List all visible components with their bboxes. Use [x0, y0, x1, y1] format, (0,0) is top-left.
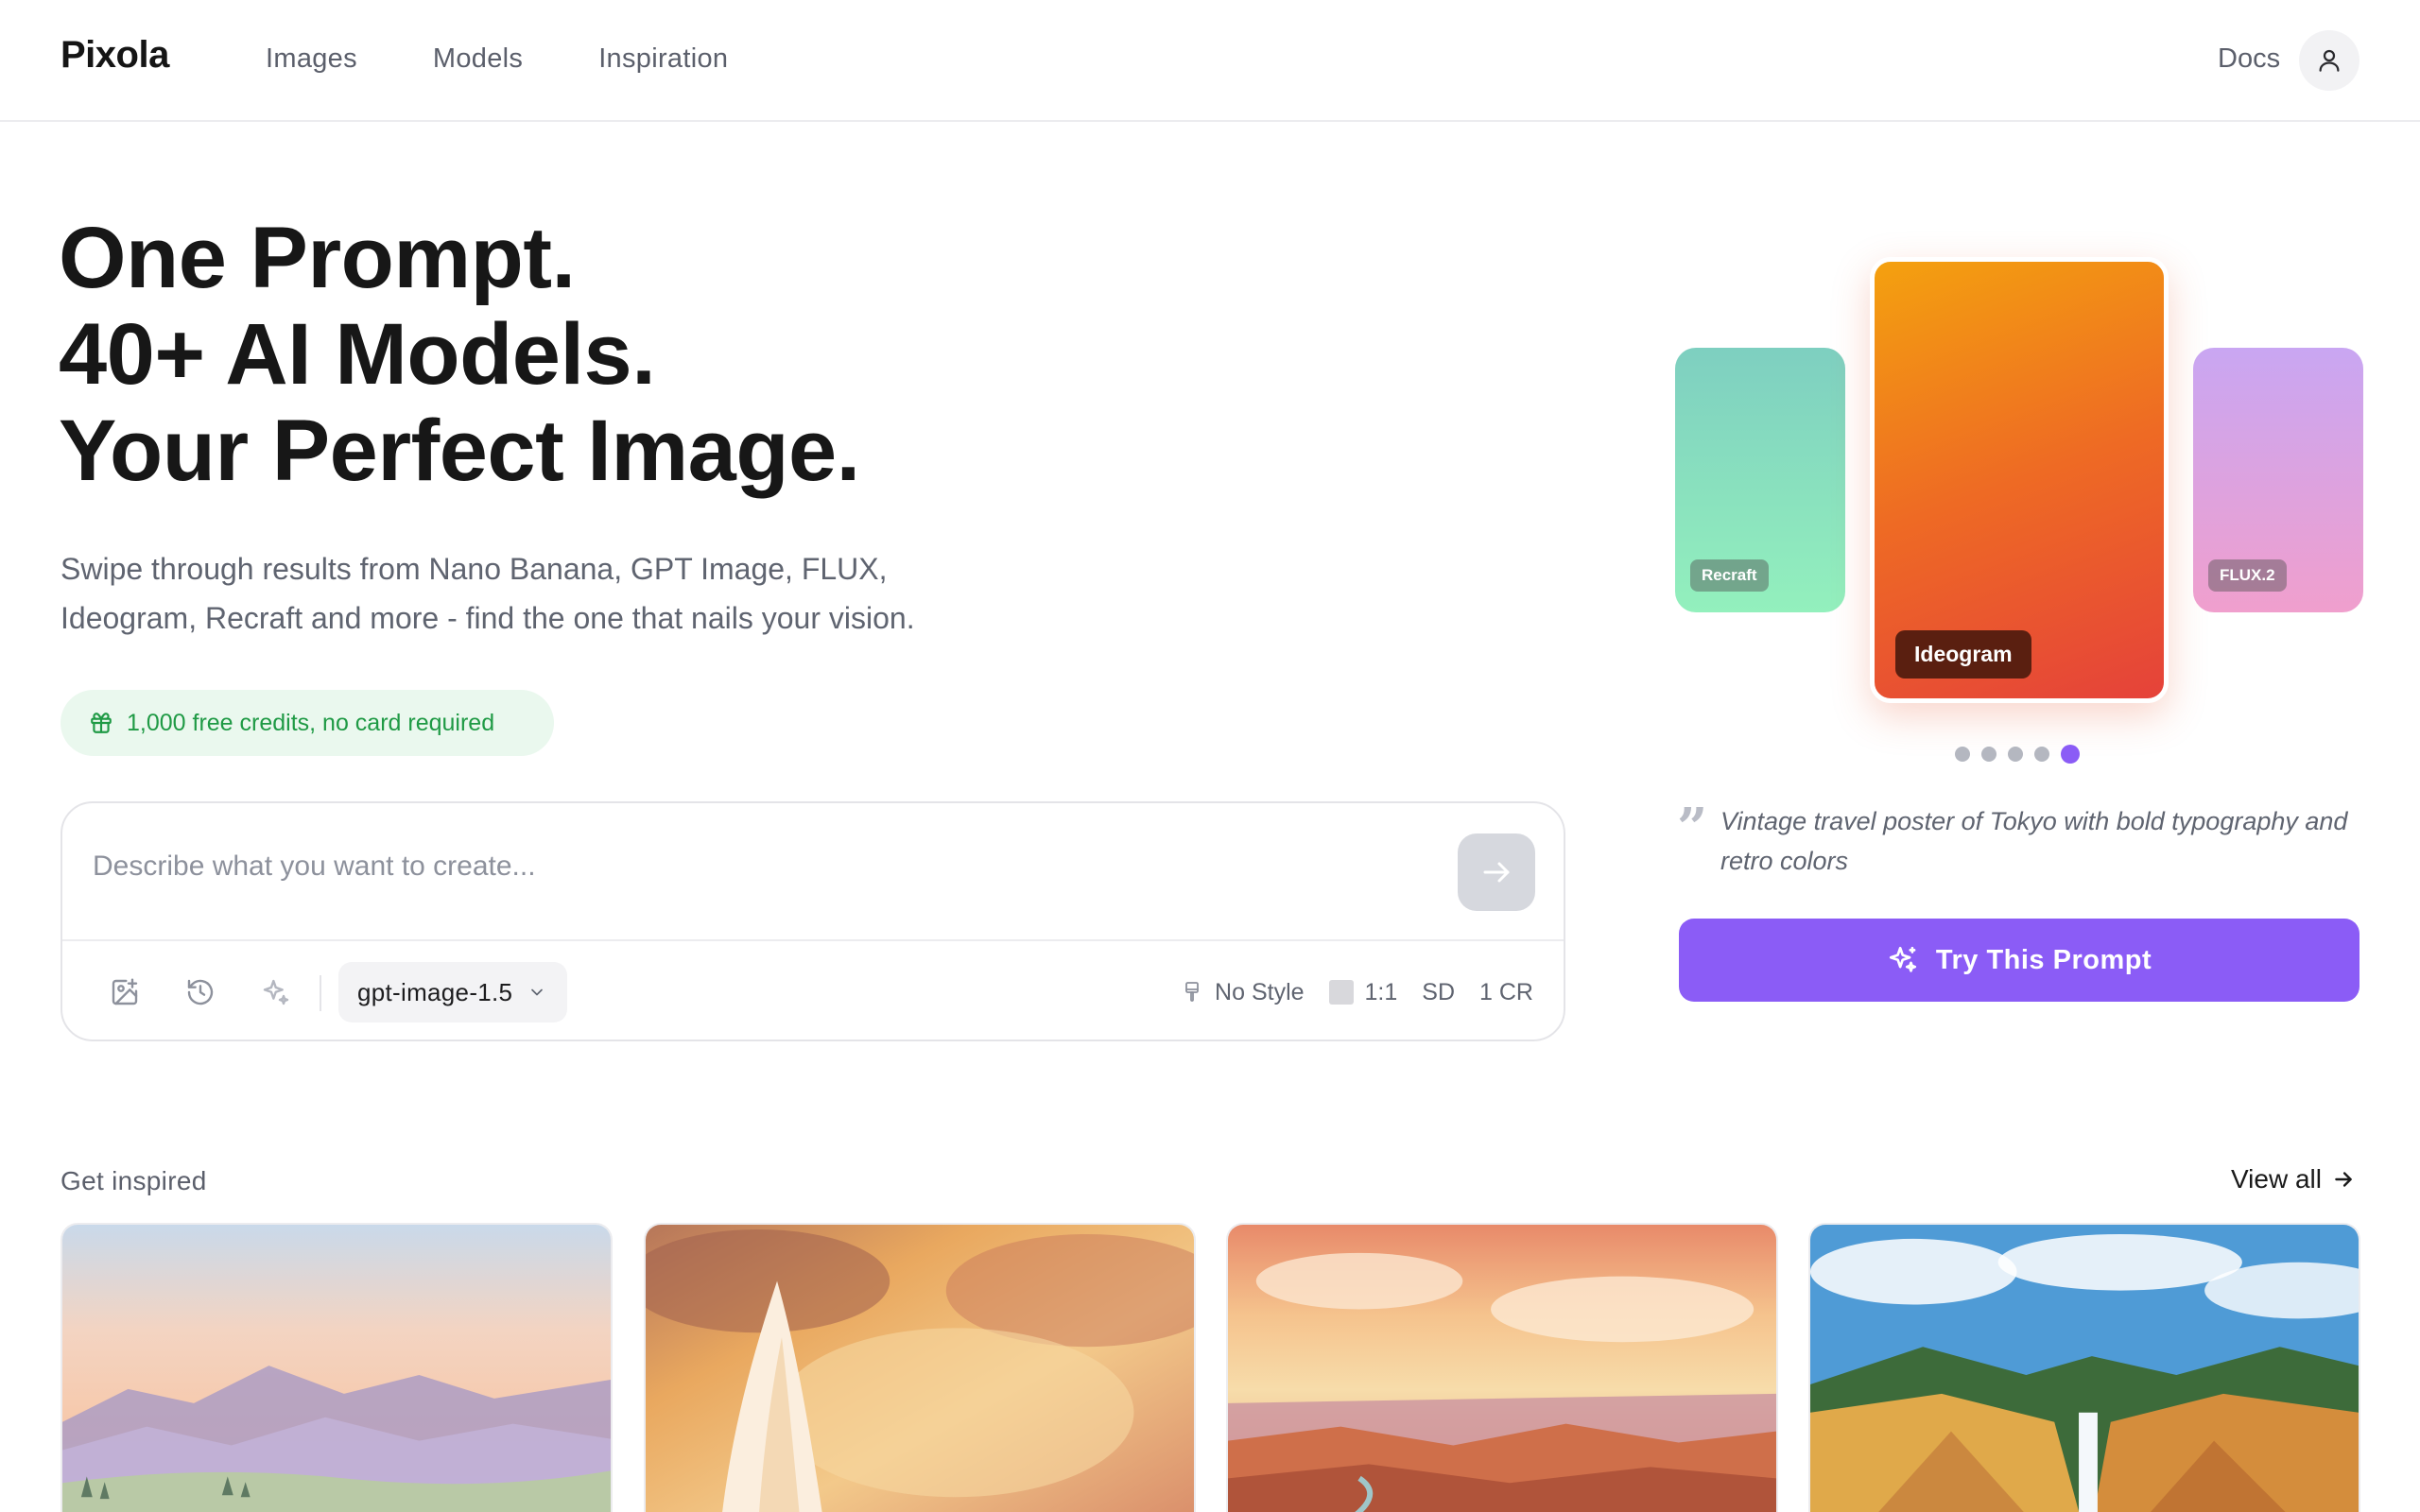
nav-models[interactable]: Models: [433, 43, 523, 75]
carousel-dot[interactable]: [1981, 747, 1996, 762]
hero-subtitle: Swipe through results from Nano Banana, …: [60, 544, 1006, 643]
model-card-label: Recraft: [1690, 559, 1769, 592]
nav-inspiration[interactable]: Inspiration: [598, 43, 728, 75]
watercolor-canyon-image: [1228, 1225, 1776, 1512]
top-nav-bar: Pixola Images Models Inspiration Docs: [0, 0, 2420, 122]
quote-icon: ”: [1677, 797, 1708, 859]
enhance-prompt-button[interactable]: [255, 971, 297, 1013]
aspect-ratio-value: 1:1: [1364, 978, 1398, 1005]
paintbrush-icon: [1185, 982, 1199, 1002]
model-card-ideogram[interactable]: Ideogram: [1870, 257, 2169, 703]
toolbar-separator: [320, 975, 321, 1011]
docs-link[interactable]: Docs: [2218, 43, 2280, 75]
prompt-box: gpt-image-1.5 No Style 1:1 SD 1 CR: [60, 801, 1565, 1041]
carousel-dot-active[interactable]: [2061, 745, 2080, 764]
arrow-right-icon: [1483, 862, 1510, 883]
credit-cost-value: 1 CR: [1479, 978, 1533, 1005]
account-button[interactable]: [2299, 30, 2360, 91]
model-card-label: Ideogram: [1895, 630, 2031, 679]
image-upload-button[interactable]: [104, 971, 146, 1013]
hero-subtitle-line: Swipe through results from Nano Banana, …: [60, 552, 888, 586]
prompt-divider: [62, 939, 1564, 941]
try-this-prompt-button[interactable]: Try This Prompt: [1679, 919, 2360, 1002]
carousel-dot[interactable]: [2008, 747, 2023, 762]
model-card-flux[interactable]: FLUX.2: [2193, 348, 2363, 612]
sparkle-icon: [1889, 946, 1916, 972]
view-all-label: View all: [2231, 1164, 2322, 1194]
carousel-dots: [1955, 745, 2080, 764]
try-this-prompt-label: Try This Prompt: [1935, 944, 2152, 975]
inspiration-thumbnail[interactable]: [1808, 1223, 2360, 1512]
history-icon: [187, 979, 214, 1005]
model-card-label: FLUX.2: [2208, 559, 2287, 592]
view-all-link[interactable]: View all: [2231, 1164, 2356, 1194]
arrow-right-icon: [2335, 1172, 2352, 1187]
prompt-input[interactable]: [93, 850, 1322, 883]
hero-title-line: 40+ AI Models.: [59, 306, 656, 403]
hero-subtitle-line: Ideogram, Recraft and more - find the on…: [60, 601, 915, 635]
carousel-dot[interactable]: [2034, 747, 2049, 762]
main-nav: Images Models Inspiration: [266, 43, 728, 75]
inspiration-thumbnail[interactable]: [1226, 1223, 1778, 1512]
sparkle-icon: [263, 979, 289, 1005]
carousel-dot[interactable]: [1955, 747, 1970, 762]
gift-icon: [91, 713, 112, 733]
history-button[interactable]: [180, 971, 221, 1013]
hero-title: One Prompt. 40+ AI Models. Your Perfect …: [59, 210, 860, 499]
send-button[interactable]: [1458, 833, 1535, 911]
hero-title-line: One Prompt.: [59, 210, 576, 306]
model-select[interactable]: gpt-image-1.5: [338, 962, 568, 1022]
watercolor-meadow-image: [62, 1225, 611, 1512]
generation-options: No Style 1:1 SD 1 CR: [1181, 971, 1533, 1013]
user-icon: [2319, 49, 2340, 72]
free-credits-badge: 1,000 free credits, no card required: [60, 690, 554, 756]
image-upload-icon: [112, 978, 138, 1005]
quality-value: SD: [1422, 978, 1456, 1005]
inspiration-thumbnail[interactable]: [644, 1223, 1196, 1512]
style-value: No Style: [1215, 978, 1305, 1005]
free-credits-text: 1,000 free credits, no card required: [127, 709, 495, 736]
style-select[interactable]: No Style: [1181, 978, 1305, 1006]
get-inspired-heading: Get inspired: [60, 1166, 207, 1195]
aspect-ratio-select[interactable]: 1:1: [1328, 978, 1398, 1006]
model-card-recraft[interactable]: Recraft: [1675, 348, 1845, 612]
nav-images[interactable]: Images: [266, 43, 357, 75]
hero-title-line: Your Perfect Image.: [59, 403, 860, 499]
example-prompt-text: Vintage travel poster of Tokyo with bold…: [1720, 807, 2348, 875]
chevron-down-icon: [531, 988, 544, 996]
credit-cost: 1 CR: [1479, 979, 1533, 1006]
inspiration-thumbnail[interactable]: [60, 1223, 613, 1512]
watercolor-geyser-image: [646, 1225, 1194, 1512]
model-select-value: gpt-image-1.5: [357, 977, 513, 1006]
watercolor-waterfall-image: [1810, 1225, 2359, 1512]
quality-select[interactable]: SD: [1422, 979, 1455, 1006]
aspect-ratio-icon: [1328, 980, 1354, 1005]
logo[interactable]: Pixola: [60, 34, 169, 77]
